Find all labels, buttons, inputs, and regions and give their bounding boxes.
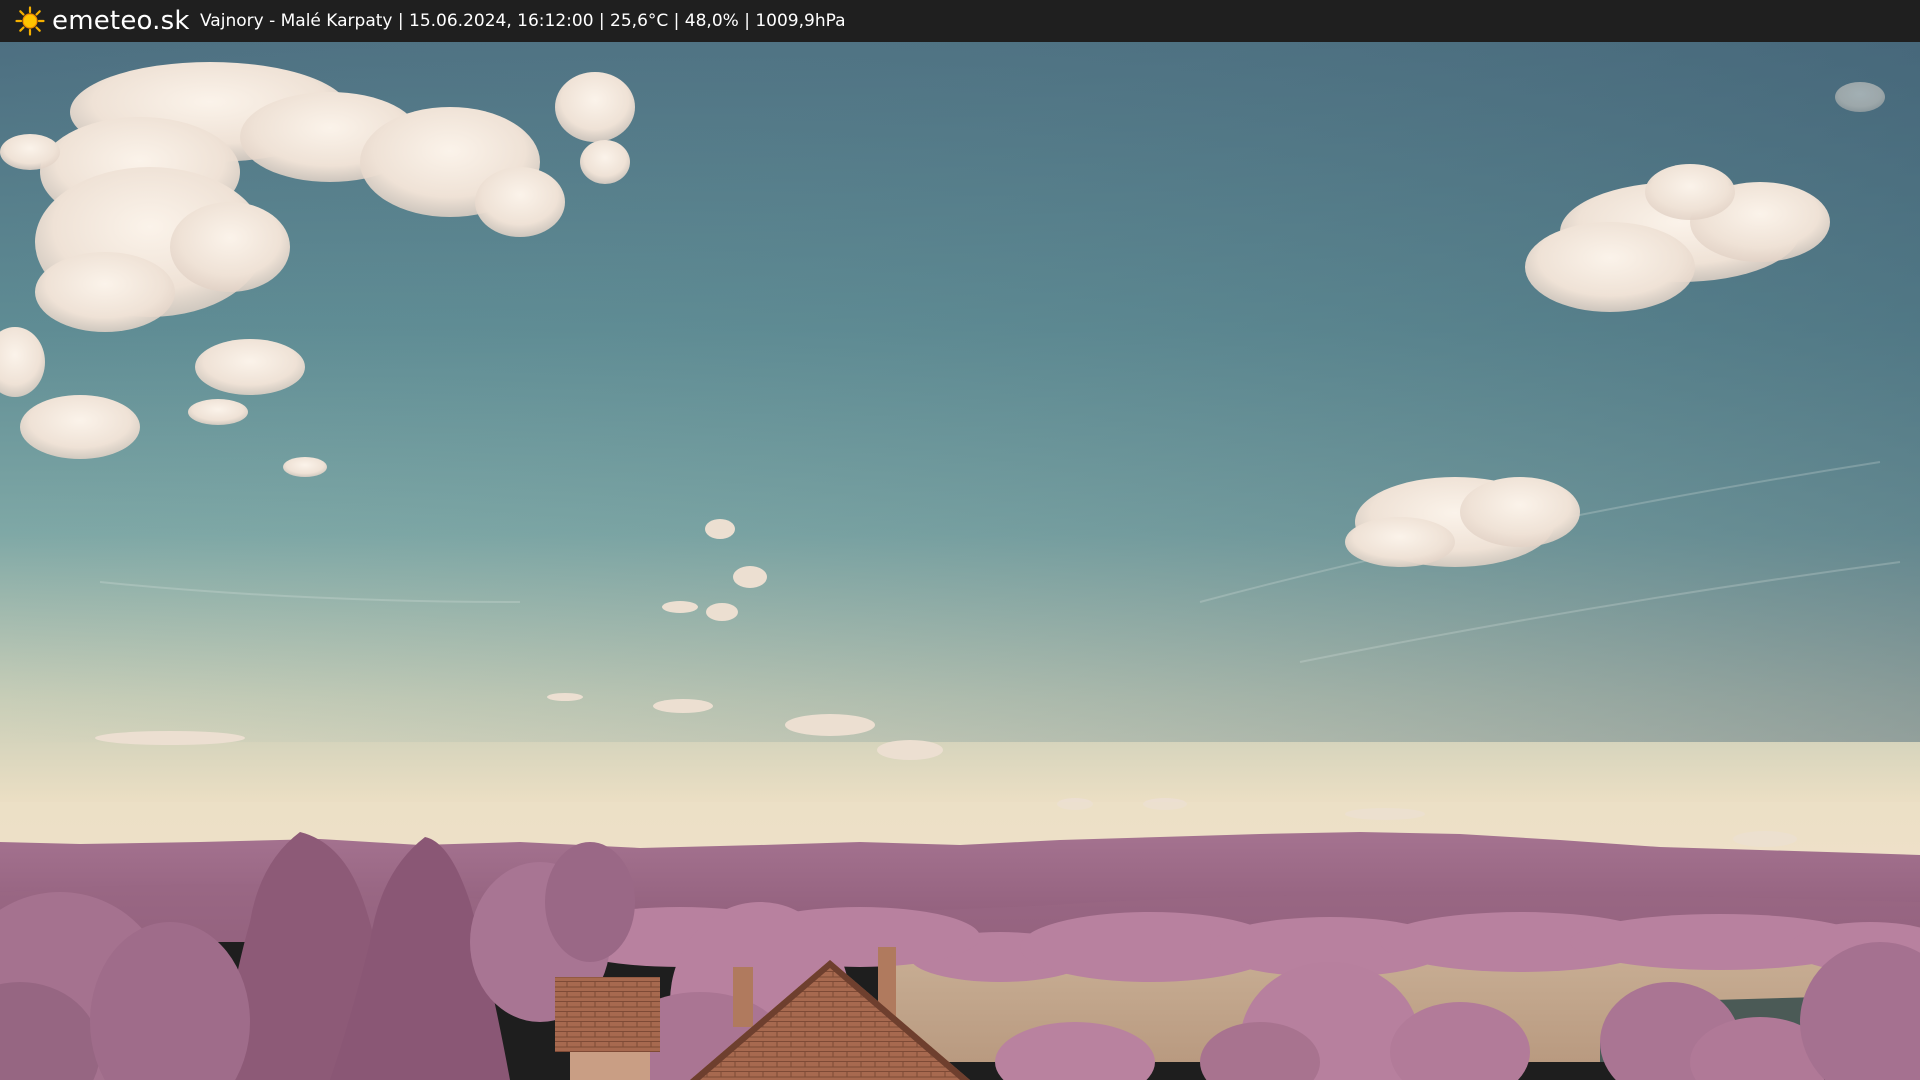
top-bar: emeteo.sk Vajnory - Malé Karpaty | 15.06… — [0, 0, 1920, 42]
webcam-caption: Vajnory - Malé Karpaty | 15.06.2024, 16:… — [200, 11, 846, 31]
sun-logo-icon — [15, 6, 45, 36]
webcam-image — [0, 42, 1920, 1080]
brand-logo-text: emeteo.sk — [52, 6, 190, 36]
house-left — [555, 977, 660, 1080]
